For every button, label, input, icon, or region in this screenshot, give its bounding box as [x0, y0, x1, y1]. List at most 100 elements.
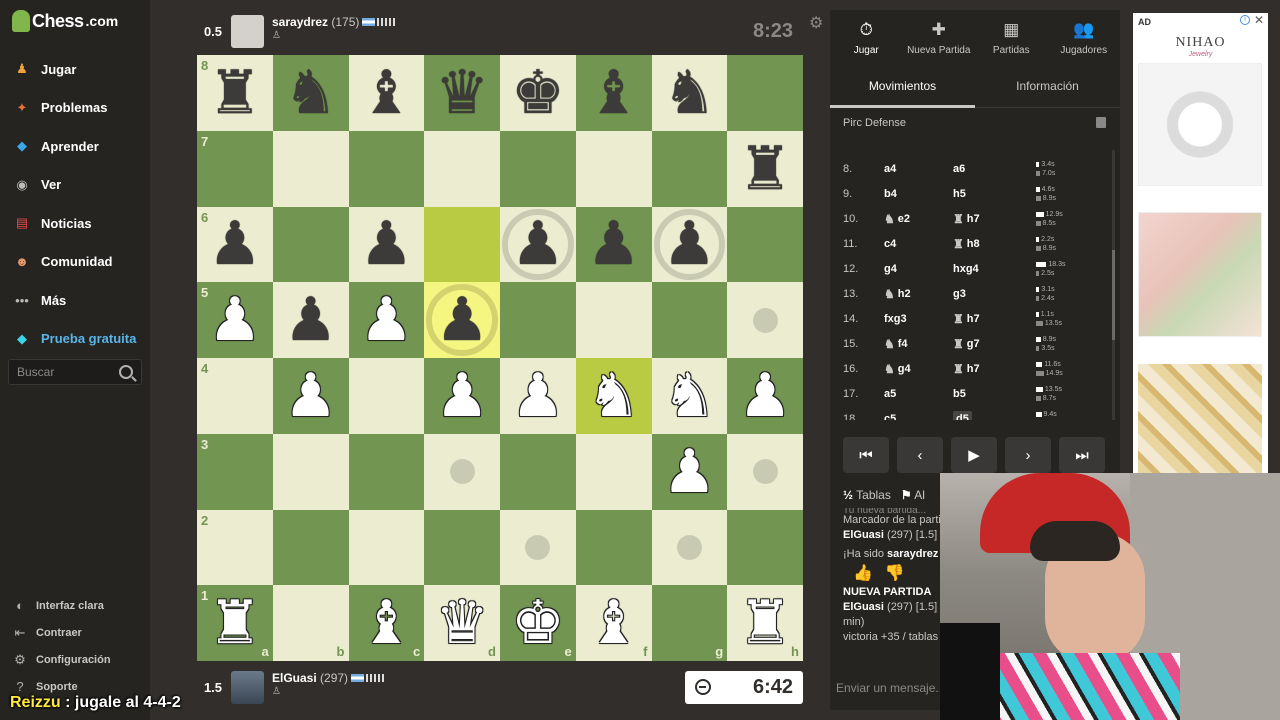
white-pawn-icon[interactable]: ♟: [738, 366, 792, 426]
black-queen-icon[interactable]: ♛: [435, 63, 489, 123]
sidebar-item-noticias[interactable]: ▤ Noticias: [0, 204, 150, 243]
square-h6[interactable]: [727, 206, 803, 283]
white-move[interactable]: g4: [870, 263, 953, 275]
bottom-player-username[interactable]: ElGuasi: [272, 671, 317, 685]
scrollbar-thumb[interactable]: [1112, 250, 1115, 340]
white-move[interactable]: a4: [870, 163, 953, 175]
chat-username[interactable]: saraydrez: [887, 548, 938, 560]
square-a5[interactable]: 5 ♟: [197, 282, 273, 358]
abort-button[interactable]: ⚑ Al: [901, 488, 925, 502]
square-h8[interactable]: [727, 55, 803, 131]
thumbs-up-icon[interactable]: 👍: [853, 566, 873, 582]
chat-username[interactable]: ElGuasi: [843, 601, 884, 613]
sidebar-item-problemas[interactable]: ✦ Problemas: [0, 89, 150, 128]
square-f5[interactable]: [575, 282, 652, 358]
square-f8[interactable]: ♝: [575, 55, 652, 131]
square-c1[interactable]: c ♝: [348, 585, 425, 661]
square-f7[interactable]: [575, 130, 652, 207]
square-d4[interactable]: ♟: [424, 358, 500, 434]
chess-board[interactable]: 8 ♜ ♞ ♝ ♛ ♚ ♝ ♞ 7 ♜ 6 ♟ ♟ ♟ ♟ ♟ 5 ♟ ♟ ♟ ♟ 4 ♟ ♟ ♟ ♞ ♞ ♟ 3 ♟ 2 1 a ♜ b c ♝ d ♛ e…: [197, 55, 803, 661]
bottom-player-avatar[interactable]: [231, 670, 264, 704]
white-pawn-icon[interactable]: ♟: [662, 442, 716, 502]
sidebar-item-jugar[interactable]: ♟ Jugar: [0, 50, 150, 89]
square-g8[interactable]: ♞: [651, 55, 728, 131]
square-b5[interactable]: ♟: [272, 282, 349, 358]
square-a2[interactable]: 2: [197, 509, 273, 586]
square-e2[interactable]: [500, 509, 576, 586]
square-h3[interactable]: [727, 433, 803, 510]
square-b6[interactable]: [272, 206, 349, 283]
top-player-avatar[interactable]: [231, 14, 264, 48]
ad-image-products[interactable]: [1138, 212, 1262, 337]
sidebar-item-más[interactable]: ••• Más: [0, 281, 150, 320]
black-move[interactable]: ♜ g7: [953, 337, 1036, 351]
white-pawn-icon[interactable]: ♟: [435, 366, 489, 426]
draw-button[interactable]: ½ Tablas: [843, 488, 891, 502]
sidebar-item-aprender[interactable]: ◆ Aprender: [0, 127, 150, 166]
square-b4[interactable]: ♟: [272, 358, 349, 434]
square-c5[interactable]: ♟: [348, 282, 425, 358]
white-king-icon[interactable]: ♚: [511, 593, 565, 653]
square-a6[interactable]: 6 ♟: [197, 206, 273, 283]
board-settings-gear-icon[interactable]: ⚙: [809, 13, 823, 33]
white-move[interactable]: ♞ g4: [870, 362, 953, 376]
square-e8[interactable]: ♚: [500, 55, 576, 131]
black-bishop-icon[interactable]: ♝: [359, 63, 413, 123]
square-b2[interactable]: [272, 509, 349, 586]
capture-hint-ring[interactable]: [653, 208, 726, 281]
black-move[interactable]: ♜ h7: [953, 212, 1036, 226]
black-pawn-icon[interactable]: ♟: [284, 290, 338, 350]
black-pawn-icon[interactable]: ♟: [587, 214, 641, 274]
square-d1[interactable]: d ♛: [424, 585, 500, 661]
black-knight-icon[interactable]: ♞: [284, 63, 338, 123]
white-pawn-icon[interactable]: ♟: [511, 366, 565, 426]
sidebar-bottom-configuración[interactable]: ⚙ Configuración: [0, 646, 150, 673]
trash-icon[interactable]: [1096, 117, 1106, 128]
tab-jugadores[interactable]: 👥 Jugadores: [1048, 10, 1121, 65]
square-c4[interactable]: [348, 358, 425, 434]
top-player-name[interactable]: saraydrez (175): [272, 15, 396, 29]
white-knight-icon[interactable]: ♞: [662, 366, 716, 426]
square-a3[interactable]: 3: [197, 433, 273, 510]
square-g7[interactable]: [651, 130, 728, 207]
sidebar-bottom-interfaz-clara[interactable]: ◐ Interfaz clara: [0, 592, 150, 619]
square-e7[interactable]: [500, 130, 576, 207]
black-move[interactable]: ♜ h7: [953, 362, 1036, 376]
black-move[interactable]: ♜ h7: [953, 312, 1036, 326]
black-bishop-icon[interactable]: ♝: [587, 63, 641, 123]
square-f2[interactable]: [575, 509, 652, 586]
last-move-icon[interactable]: ⏭: [1059, 437, 1105, 473]
square-c6[interactable]: ♟: [348, 206, 425, 283]
first-move-icon[interactable]: ⏮: [843, 437, 889, 473]
white-move[interactable]: a5: [870, 388, 953, 400]
ad-info-icon[interactable]: i: [1240, 15, 1250, 25]
square-b8[interactable]: ♞: [272, 55, 349, 131]
prev-move-icon[interactable]: ‹: [897, 437, 943, 473]
black-pawn-icon[interactable]: ♟: [359, 214, 413, 274]
search-box[interactable]: [8, 359, 142, 385]
black-move[interactable]: b5: [953, 388, 1036, 400]
black-rook-icon[interactable]: ♜: [208, 63, 262, 123]
black-move[interactable]: ♜ h8: [953, 237, 1036, 251]
square-e1[interactable]: e ♚: [500, 585, 576, 661]
move-list[interactable]: 8. a4 a6 3.4s 7.0s 9. b4 h5 4.6s 8.9s 10. ♞ e2 ♜ h7 12.…: [830, 150, 1120, 420]
white-knight-icon[interactable]: ♞: [587, 366, 641, 426]
move-hint-dot[interactable]: [449, 459, 475, 485]
white-move[interactable]: c4: [870, 238, 953, 250]
black-pawn-icon[interactable]: ♟: [208, 214, 262, 274]
ad-close-icon[interactable]: ✕: [1254, 13, 1264, 27]
square-c8[interactable]: ♝: [348, 55, 425, 131]
ad-image-earrings[interactable]: [1138, 364, 1262, 473]
square-c3[interactable]: [348, 433, 425, 510]
square-e6[interactable]: ♟: [500, 206, 576, 283]
thumbs-down-icon[interactable]: 👎: [885, 566, 905, 582]
square-g4[interactable]: ♞: [651, 358, 728, 434]
play-moves-icon[interactable]: ▶: [951, 437, 997, 473]
square-d8[interactable]: ♛: [424, 55, 500, 131]
chat-username[interactable]: ElGuasi: [843, 529, 884, 541]
white-bishop-icon[interactable]: ♝: [359, 593, 413, 653]
black-move[interactable]: a6: [953, 163, 1036, 175]
move-hint-dot[interactable]: [752, 307, 778, 333]
white-rook-icon[interactable]: ♜: [208, 593, 262, 653]
square-c2[interactable]: [348, 509, 425, 586]
